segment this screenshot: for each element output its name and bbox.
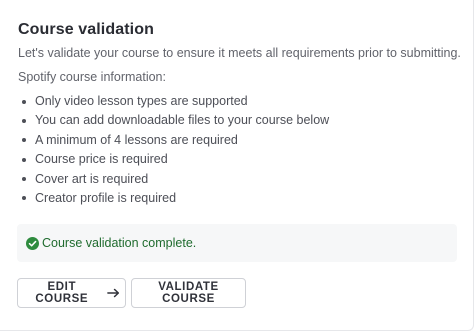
bullet-icon — [22, 196, 26, 201]
list-item: Cover art is required — [18, 171, 329, 190]
edit-course-button[interactable]: EDIT COURSE — [17, 278, 126, 308]
requirement-text: Creator profile is required — [35, 190, 177, 205]
panel-title: Course validation — [18, 21, 154, 38]
requirement-text: Only video lesson types are supported — [35, 94, 248, 108]
intro-text: Let's validate your course to ensure it … — [18, 46, 461, 60]
requirement-text: Cover art is required — [35, 171, 149, 186]
list-item: You can add downloadable files to your c… — [18, 112, 329, 131]
requirements-heading: Spotify course information: — [18, 70, 166, 84]
course-validation-panel: Course validation Let's validate your co… — [0, 0, 474, 331]
bullet-icon — [22, 138, 26, 143]
requirements-list: Only video lesson types are supported Yo… — [18, 93, 329, 209]
validate-course-button[interactable]: VALIDATE COURSE — [131, 278, 246, 308]
check-circle-icon — [26, 237, 39, 250]
list-item: A minimum of 4 lessons are required — [18, 132, 329, 151]
requirement-text: A minimum of 4 lessons are required — [35, 132, 238, 147]
validation-status-banner: Course validation complete. — [17, 224, 457, 262]
bullet-icon — [22, 118, 26, 123]
bullet-icon — [22, 157, 26, 162]
list-item: Only video lesson types are supported — [18, 93, 329, 112]
arrow-right-icon — [106, 288, 119, 298]
requirement-text: You can add downloadable files to your c… — [35, 113, 330, 128]
list-item: Course price is required — [18, 151, 329, 170]
validate-course-label: VALIDATE COURSE — [158, 281, 219, 305]
bullet-icon — [22, 177, 26, 182]
edit-course-label: EDIT COURSE — [35, 281, 89, 305]
list-item: Creator profile is required — [18, 190, 329, 209]
requirement-text: Course price is required — [35, 152, 168, 167]
bullet-icon — [22, 99, 26, 104]
status-text: Course validation complete. — [42, 236, 197, 250]
